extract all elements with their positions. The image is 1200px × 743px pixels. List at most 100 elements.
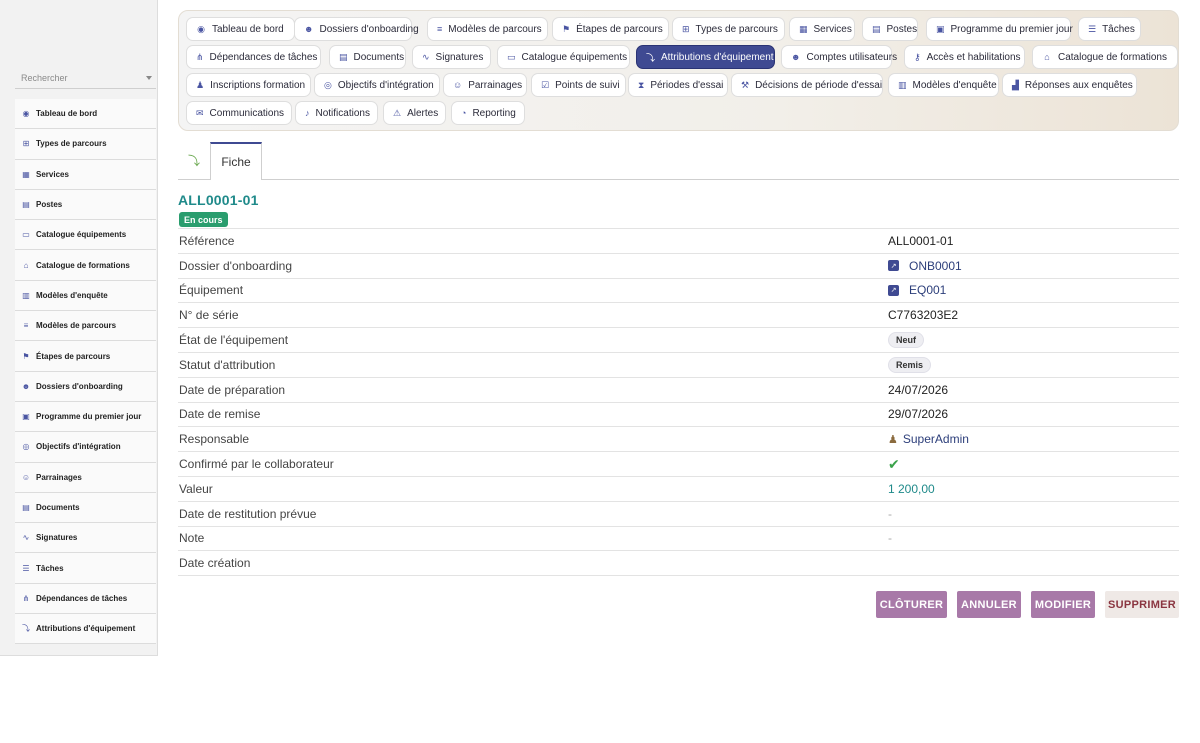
- external-link-icon[interactable]: ↗: [888, 260, 899, 272]
- sidebar-item-services[interactable]: ▦ Services: [15, 159, 156, 190]
- pie-chart-icon: ◔: [461, 108, 467, 118]
- nav-label: Tâches: [1102, 23, 1135, 35]
- cancel-button[interactable]: ANNULER: [957, 591, 1021, 618]
- field-value[interactable]: ↗ ONB0001: [888, 259, 962, 273]
- search-input[interactable]: [15, 67, 135, 83]
- list-icon: ☰: [22, 563, 30, 573]
- nav-label: Réponses aux enquêtes: [1024, 79, 1133, 91]
- nav-taches[interactable]: ☰ Tâches: [1078, 17, 1141, 41]
- nav-label: Objectifs d'intégration: [337, 79, 434, 91]
- nav-services[interactable]: ▦ Services: [789, 17, 855, 41]
- edit-button[interactable]: MODIFIER: [1031, 591, 1095, 618]
- field-row: État de l'équipement Neuf: [178, 328, 1179, 353]
- sidebar-item-etapes-de-parcours[interactable]: ⚑ Étapes de parcours: [15, 341, 156, 372]
- sidebar-item-modeles-d-enquete[interactable]: ▥ Modèles d'enquête: [15, 280, 156, 312]
- user-link[interactable]: SuperAdmin: [903, 432, 969, 446]
- building-icon: ▦: [799, 23, 808, 34]
- sidebar-item-types-de-parcours[interactable]: ⊞ Types de parcours: [15, 129, 156, 160]
- field-value[interactable]: ↗ EQ001: [888, 283, 946, 297]
- nav-label: Comptes utilisateurs: [806, 51, 898, 63]
- nav-dependances-de-taches[interactable]: ⋔ Dépendances de tâches: [186, 45, 321, 69]
- field-label: État de l'équipement: [179, 333, 289, 348]
- sidebar-item-attributions-d-equipement[interactable]: ⤵ Attributions d'équipement: [15, 614, 156, 645]
- nav-catalogue-equipements[interactable]: ▭ Catalogue équipements: [497, 45, 630, 69]
- nav-types-de-parcours[interactable]: ⊞ Types de parcours: [672, 17, 785, 41]
- sidebar-item-label: Documents: [36, 503, 80, 512]
- tab-module-icon[interactable]: ⤵: [178, 142, 210, 179]
- sidebar-item-documents[interactable]: ▤ Documents: [15, 492, 156, 524]
- sidebar-item-objectifs-d-integration[interactable]: ◎ Objectifs d'intégration: [15, 432, 156, 463]
- nav-reponses-aux-enquetes[interactable]: ▟ Réponses aux enquêtes: [1002, 73, 1137, 97]
- id-card-icon: ▤: [872, 23, 881, 34]
- sidebar-item-modeles-de-parcours[interactable]: ≡ Modèles de parcours: [15, 311, 156, 342]
- nav-decisions-de-periode-d-essai[interactable]: ⚒ Décisions de période d'essai: [731, 73, 883, 97]
- sidebar-item-label: Attributions d'équipement: [36, 624, 136, 634]
- nav-modeles-de-parcours[interactable]: ≡ Modèles de parcours: [427, 17, 548, 41]
- nav-etapes-de-parcours[interactable]: ⚑ Étapes de parcours: [552, 17, 669, 41]
- sidebar-item-programme-du-premier-jour[interactable]: ▣ Programme du premier jour: [15, 401, 156, 433]
- dashboard-icon: ◉: [22, 109, 30, 119]
- field-label: Date de restitution prévue: [179, 506, 317, 521]
- sidebar-search[interactable]: [15, 67, 156, 89]
- user-plus-icon: ☻: [304, 24, 314, 34]
- nav-parrainages[interactable]: ☺ Parrainages: [443, 73, 527, 97]
- field-label: N° de série: [179, 308, 239, 323]
- close-button[interactable]: CLÔTURER: [876, 591, 947, 618]
- sidebar-item-tableau-de-bord[interactable]: ◉ Tableau de bord: [15, 99, 156, 130]
- sidebar-item-label: Parrainages: [36, 472, 82, 482]
- nav-modeles-d-enquete[interactable]: ▥ Modèles d'enquête: [888, 73, 999, 97]
- nav-communications[interactable]: ✉ Communications: [186, 101, 292, 125]
- field-value[interactable]: ♟ SuperAdmin: [888, 432, 969, 446]
- nav-label: Tableau de bord: [212, 23, 284, 35]
- nav-programme-du-premier-jour[interactable]: ▣ Programme du premier jour: [926, 17, 1073, 41]
- nav-documents[interactable]: ▤ Documents: [329, 45, 406, 69]
- nav-reporting[interactable]: ◔ Reporting: [451, 101, 525, 125]
- nav-alertes[interactable]: ⚠ Alertes: [383, 101, 446, 125]
- external-link-icon[interactable]: ↗: [888, 284, 899, 296]
- check-square-icon: ☑: [541, 79, 550, 90]
- nav-label: Postes: [886, 23, 918, 35]
- nav-points-de-suivi[interactable]: ☑ Points de suivi: [531, 73, 626, 97]
- nav-label: Périodes d'essai: [650, 79, 724, 91]
- field-value: 1 200,00: [888, 481, 935, 496]
- file-icon: ▤: [339, 51, 348, 62]
- sidebar-item-taches[interactable]: ☰ Tâches: [15, 553, 156, 584]
- sidebar-item-catalogue-equipements[interactable]: ▭ Catalogue équipements: [15, 220, 156, 251]
- target-icon: ◎: [324, 79, 332, 90]
- sidebar-item-dossiers-d-onboarding[interactable]: ☻ Dossiers d'onboarding: [15, 371, 156, 402]
- nav-label: Reporting: [472, 107, 516, 119]
- sidebar-item-parrainages[interactable]: ☺ Parrainages: [15, 462, 156, 493]
- field-value: ✔: [888, 456, 900, 473]
- nav-signatures[interactable]: ∿ Signatures: [412, 45, 491, 69]
- nav-dossiers-d-onboarding[interactable]: ☻ Dossiers d'onboarding: [294, 17, 419, 41]
- nav-objectifs-d-integration[interactable]: ◎ Objectifs d'intégration: [314, 73, 440, 97]
- nav-acces-et-habilitations[interactable]: ⚷ Accès et habilitations: [904, 45, 1025, 69]
- user-icon: ♟: [888, 433, 898, 446]
- nav-label: Catalogue de formations: [1058, 51, 1167, 63]
- chevron-down-icon[interactable]: [146, 76, 152, 80]
- delete-button[interactable]: SUPPRIMER: [1105, 591, 1179, 618]
- nav-label: Documents: [353, 51, 405, 63]
- sidebar-item-dependances-de-taches[interactable]: ⋔ Dépendances de tâches: [15, 583, 156, 615]
- sidebar-item-signatures[interactable]: ∿ Signatures: [15, 523, 156, 554]
- field-label: Équipement: [179, 283, 244, 298]
- nav-attributions-d-equipement[interactable]: ⤵ Attributions d'équipement: [636, 45, 775, 69]
- calendar-icon: ▣: [936, 23, 945, 34]
- field-row: Date de remise 29/07/2026: [178, 403, 1179, 428]
- nav-periodes-d-essai[interactable]: ⧗ Périodes d'essai: [628, 73, 728, 97]
- tab-fiche[interactable]: Fiche: [210, 142, 262, 180]
- nav-catalogue-de-formations[interactable]: ⌂ Catalogue de formations: [1032, 45, 1178, 69]
- sidebar-item-label: Postes: [36, 200, 63, 210]
- nav-tableau-de-bord[interactable]: ◉ Tableau de bord: [186, 17, 295, 41]
- sidebar-item-postes[interactable]: ▤ Postes: [15, 189, 156, 221]
- sidebar-item-catalogue-de-formations[interactable]: ⌂ Catalogue de formations: [15, 250, 156, 281]
- nav-inscriptions-formation[interactable]: ♟ Inscriptions formation: [186, 73, 311, 97]
- link-text[interactable]: EQ001: [909, 283, 946, 297]
- nav-notifications[interactable]: ♪ Notifications: [295, 101, 378, 125]
- nav-postes[interactable]: ▤ Postes: [862, 17, 918, 41]
- key-icon: ⚷: [914, 51, 921, 62]
- nav-comptes-utilisateurs[interactable]: ☻ Comptes utilisateurs: [781, 45, 897, 69]
- sidebar-item-label: Modèles de parcours: [36, 321, 117, 331]
- link-text[interactable]: ONB0001: [909, 259, 962, 273]
- nav-label: Types de parcours: [695, 23, 778, 35]
